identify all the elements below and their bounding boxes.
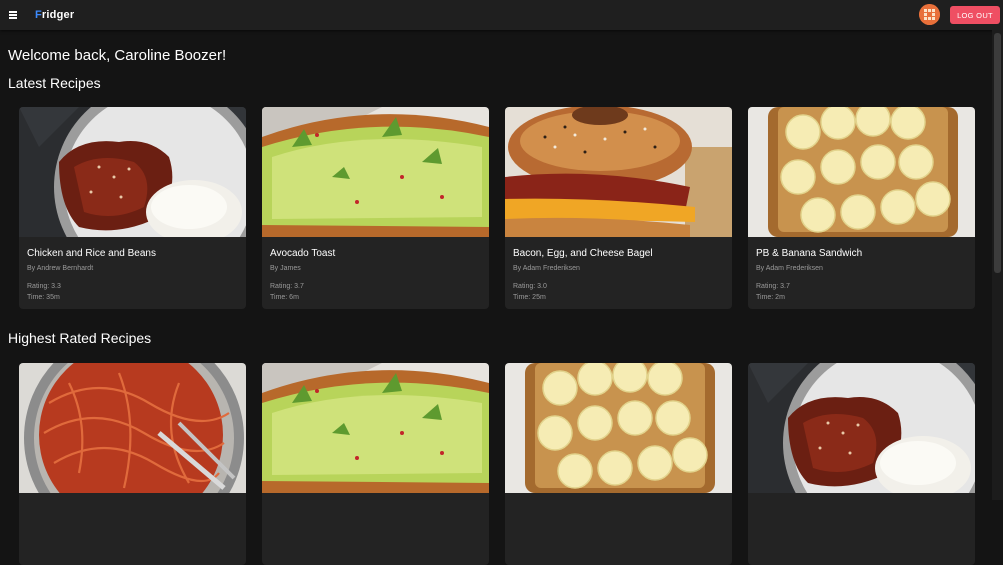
logo-initial: F <box>35 9 42 21</box>
recipe-card[interactable]: Chicken and Rice and Beans By Andrew Ber… <box>19 107 246 309</box>
recipe-card[interactable]: PB & Banana Sandwich By Adam Frederiksen… <box>748 107 975 309</box>
avocado-toast-photo <box>262 363 489 493</box>
page-scrollbar[interactable] <box>992 30 1003 500</box>
recipe-author: By James <box>270 265 301 272</box>
welcome-heading: Welcome back, Caroline Boozer! <box>8 47 227 64</box>
recipe-card[interactable] <box>748 363 975 565</box>
recipe-time: Time: 2m <box>756 294 785 301</box>
recipe-time: Time: 25m <box>513 294 546 301</box>
latest-recipes-heading: Latest Recipes <box>8 75 101 91</box>
user-avatar[interactable] <box>919 4 940 25</box>
chicken-rice-photo <box>19 107 246 237</box>
recipe-card[interactable] <box>505 363 732 565</box>
recipe-title: Bacon, Egg, and Cheese Bagel <box>513 248 653 259</box>
pb-banana-photo <box>505 363 732 493</box>
recipe-time: Time: 35m <box>27 294 60 301</box>
recipe-card[interactable]: Avocado Toast By James Rating: 3.7 Time:… <box>262 107 489 309</box>
logout-button[interactable]: LOG OUT <box>950 6 1000 24</box>
spaghetti-photo <box>19 363 246 493</box>
highest-rated-heading: Highest Rated Recipes <box>8 330 152 346</box>
avocado-toast-photo <box>262 107 489 237</box>
recipe-rating: Rating: 3.7 <box>756 283 790 290</box>
recipe-title: Avocado Toast <box>270 248 336 259</box>
chicken-rice-photo <box>748 363 975 493</box>
recipe-time: Time: 6m <box>270 294 299 301</box>
recipe-rating: Rating: 3.0 <box>513 283 547 290</box>
recipe-title: PB & Banana Sandwich <box>756 248 863 259</box>
recipe-author: By Adam Frederiksen <box>513 265 580 272</box>
bagel-photo <box>505 107 732 237</box>
scrollbar-thumb[interactable] <box>994 33 1001 273</box>
recipe-card[interactable] <box>19 363 246 565</box>
menu-icon[interactable] <box>9 9 23 21</box>
pb-banana-photo <box>748 107 975 237</box>
recipe-rating: Rating: 3.7 <box>270 283 304 290</box>
app-bar: Fridger <box>0 0 1003 30</box>
app-logo[interactable]: Fridger <box>35 9 74 21</box>
recipe-card[interactable]: Bacon, Egg, and Cheese Bagel By Adam Fre… <box>505 107 732 309</box>
recipe-author: By Adam Frederiksen <box>756 265 823 272</box>
recipe-title: Chicken and Rice and Beans <box>27 248 156 259</box>
logo-text: ridger <box>41 9 75 21</box>
recipe-card[interactable] <box>262 363 489 565</box>
recipe-rating: Rating: 3.3 <box>27 283 61 290</box>
recipe-author: By Andrew Bernhardt <box>27 265 94 272</box>
